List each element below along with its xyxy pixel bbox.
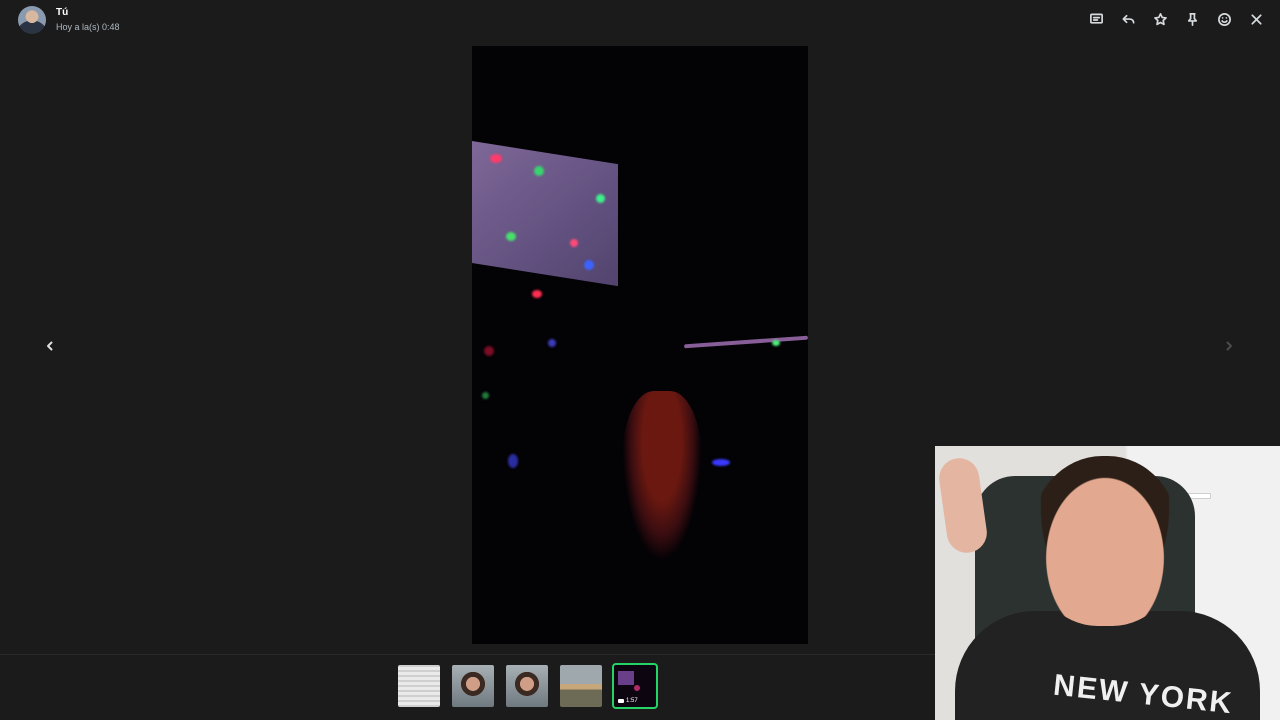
next-media-button[interactable] — [1220, 337, 1238, 355]
message-timestamp: Hoy a la(s) 0:48 — [56, 22, 120, 32]
waving-hand — [936, 455, 990, 556]
emoji-icon — [1217, 12, 1231, 26]
disco-light — [532, 290, 542, 298]
reply-button[interactable] — [1118, 9, 1138, 29]
close-icon — [1250, 13, 1262, 25]
thumbnail-video-selected[interactable]: 1:57 — [612, 663, 658, 709]
viewer-header: Tú Hoy a la(s) 0:48 — [0, 0, 1280, 44]
media-viewer: Tú Hoy a la(s) 0:48 1:57 NEW YORK — [0, 0, 1280, 720]
disco-light — [482, 392, 489, 399]
disco-light — [570, 239, 578, 247]
disco-light — [534, 166, 544, 176]
go-to-message-button[interactable] — [1086, 9, 1106, 29]
disco-light — [508, 454, 518, 468]
webcam-overlay: NEW YORK — [935, 446, 1280, 720]
singer-silhouette — [622, 391, 702, 561]
disco-light — [772, 340, 780, 346]
chevron-left-icon — [47, 341, 53, 351]
chevron-right-icon — [1226, 341, 1232, 351]
viewer-toolbar — [1086, 9, 1266, 29]
pin-button[interactable] — [1182, 9, 1202, 29]
avatar[interactable] — [18, 6, 46, 34]
reply-icon — [1122, 14, 1134, 24]
thumbnail-photo[interactable] — [452, 665, 494, 707]
previous-media-button[interactable] — [41, 337, 59, 355]
disco-light — [596, 194, 605, 203]
disco-light — [490, 154, 502, 163]
neon-light — [684, 335, 808, 349]
star-button[interactable] — [1150, 9, 1170, 29]
disco-light — [584, 260, 594, 270]
thumbnail-list: 1:57 — [398, 663, 658, 709]
react-button[interactable] — [1214, 9, 1234, 29]
thumbnail-document[interactable] — [398, 665, 440, 707]
sender-name: Tú — [56, 7, 69, 18]
disco-light — [712, 459, 730, 466]
disco-light — [484, 346, 494, 356]
thumbnail-photo[interactable] — [506, 665, 548, 707]
pin-icon — [1187, 12, 1197, 26]
video-frame[interactable] — [472, 46, 808, 644]
close-button[interactable] — [1246, 9, 1266, 29]
video-duration: 1:57 — [618, 698, 638, 704]
person-head — [1030, 456, 1180, 626]
star-icon — [1153, 12, 1167, 25]
video-camera-icon — [618, 699, 624, 703]
disco-light — [548, 339, 556, 347]
disco-light — [506, 232, 516, 241]
video-duration-label: 1:57 — [626, 698, 638, 704]
thumbnail-photo[interactable] — [560, 665, 602, 707]
message-icon — [1089, 13, 1103, 24]
